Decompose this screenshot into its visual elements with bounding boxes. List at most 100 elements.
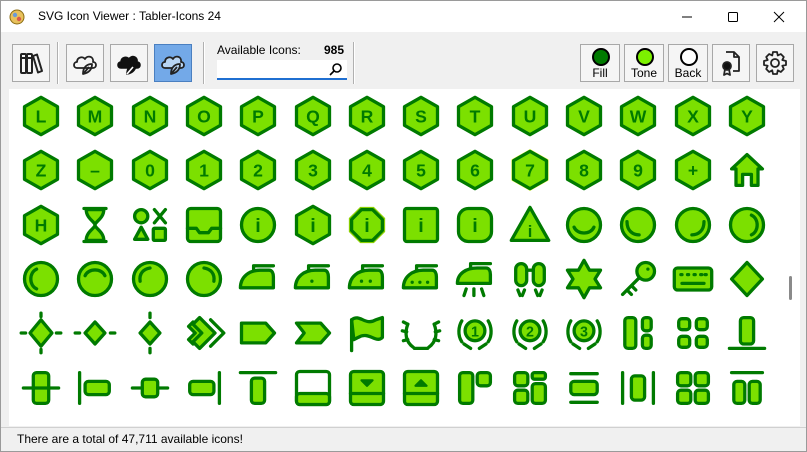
hexagon-icon[interactable]: P [231,89,285,143]
laurel-2-icon[interactable]: 2 [503,306,557,360]
circle-arc-right-bottom-icon[interactable] [666,198,720,252]
back-color-button[interactable]: Back [668,44,708,82]
key-icon[interactable] [611,252,665,306]
diamond-icon[interactable] [720,252,774,306]
diamond-line-h-icon[interactable] [68,306,122,360]
circle-arc-left-icon[interactable] [14,252,68,306]
align-top-icon[interactable] [231,361,285,415]
category-icon[interactable] [123,198,177,252]
diamond-line-v-icon[interactable] [123,306,177,360]
align-center-v-icon[interactable] [14,361,68,415]
hexagon-info-icon[interactable]: i [286,198,340,252]
tone-color-button[interactable]: Tone [624,44,664,82]
triangle-info-icon[interactable]: i [503,198,557,252]
export-svg-button[interactable] [712,44,750,82]
hexagon-icon[interactable]: 6 [448,143,502,197]
hexagon-icon[interactable]: M [68,89,122,143]
iron-steam-icon[interactable] [448,252,502,306]
layout-bottombar-expand-icon[interactable] [394,361,448,415]
octagon-info-icon[interactable]: i [340,198,394,252]
square-info-icon[interactable]: i [394,198,448,252]
hexagon-icon[interactable]: V [557,89,611,143]
style-outline-button[interactable] [66,44,104,82]
hexagon-icon[interactable]: R [340,89,394,143]
fill-color-button[interactable]: Fill [580,44,620,82]
hexagon-icon[interactable]: 0 [123,143,177,197]
hexagon-icon[interactable]: 2 [231,143,285,197]
minimize-button[interactable] [664,1,710,32]
layout-columns-icon[interactable] [611,306,665,360]
distribute-v-icon[interactable] [720,361,774,415]
hexagon-icon[interactable]: Y [720,89,774,143]
maximize-button[interactable] [710,1,756,32]
hexagon-icon[interactable]: 9 [611,143,665,197]
map-flag-icon[interactable] [340,306,394,360]
hexagon-icon[interactable]: N [123,89,177,143]
label-important-icon[interactable] [286,306,340,360]
align-bottom-icon[interactable] [720,306,774,360]
label-icon[interactable] [231,306,285,360]
title-bar[interactable]: SVG Icon Viewer : Tabler-Icons 24 [1,1,806,32]
circle-arc-top-icon[interactable] [68,252,122,306]
laurel-icon[interactable] [394,306,448,360]
diamond-line-both-icon[interactable] [14,306,68,360]
style-duotone-button[interactable] [154,44,192,82]
vertical-scrollbar[interactable] [783,89,800,426]
iron-1-icon[interactable] [286,252,340,306]
distribute-h-icon[interactable] [611,361,665,415]
chevrons-right-icon[interactable] [177,306,231,360]
hexagon-icon[interactable]: O [177,89,231,143]
style-filled-button[interactable] [110,44,148,82]
search-icon[interactable] [328,62,343,77]
settings-button[interactable] [756,44,794,82]
align-center-bar-icon[interactable] [557,361,611,415]
layout-dashboard-icon[interactable] [503,361,557,415]
hexagon-icon[interactable]: T [448,89,502,143]
circle-arc-top-right-icon[interactable] [177,252,231,306]
hexagon-icon[interactable]: 5 [394,143,448,197]
keyboard-icon[interactable] [666,252,720,306]
home-icon[interactable] [720,143,774,197]
inbox-icon[interactable] [177,198,231,252]
hexagon-icon[interactable]: 1 [177,143,231,197]
icon-grid[interactable]: L M N O P Q R S T U V W X Y Z – 0 1 2 3 4 5 6 7 8 9 + Hi i i i i i 1 2 3 [9,89,783,426]
hexagon-icon[interactable]: + [666,143,720,197]
align-center-h-icon[interactable] [123,361,177,415]
hexagon-selected-icon[interactable]: 7 [503,143,557,197]
hexagon-icon[interactable]: – [68,143,122,197]
layout-bottombar-collapse-icon[interactable] [340,361,394,415]
layout-grid-icon[interactable] [666,306,720,360]
jewish-star-icon[interactable] [557,252,611,306]
layout-bottombar-icon[interactable] [286,361,340,415]
circle-arc-right-icon[interactable] [720,198,774,252]
hexagon-icon[interactable]: 4 [340,143,394,197]
layout-cards-icon[interactable] [448,361,502,415]
hourglass-icon[interactable] [68,198,122,252]
align-left-h-icon[interactable] [68,361,122,415]
rounded-info-icon[interactable]: i [448,198,502,252]
hexagon-icon[interactable]: H [14,198,68,252]
search-input[interactable] [219,61,323,78]
layout-grid-2-icon[interactable] [666,361,720,415]
hexagon-icon[interactable]: S [394,89,448,143]
circle-info-icon[interactable]: i [231,198,285,252]
hexagon-icon[interactable]: Q [286,89,340,143]
jetpack-icon[interactable] [503,252,557,306]
iron-icon[interactable] [231,252,285,306]
hexagon-icon[interactable]: Z [14,143,68,197]
circle-arc-bottom-icon[interactable] [557,198,611,252]
scrollbar-thumb[interactable] [789,276,792,300]
iron-2-icon[interactable] [340,252,394,306]
hexagon-icon[interactable]: 8 [557,143,611,197]
hexagon-icon[interactable]: 3 [286,143,340,197]
hexagon-icon[interactable]: U [503,89,557,143]
hexagon-icon[interactable]: X [666,89,720,143]
laurel-1-icon[interactable]: 1 [448,306,502,360]
hexagon-icon[interactable]: L [14,89,68,143]
search-box[interactable] [217,60,347,80]
align-right-h-icon[interactable] [177,361,231,415]
circle-arc-top-left-icon[interactable] [123,252,177,306]
library-button[interactable] [12,44,50,82]
laurel-3-icon[interactable]: 3 [557,306,611,360]
iron-3-icon[interactable] [394,252,448,306]
